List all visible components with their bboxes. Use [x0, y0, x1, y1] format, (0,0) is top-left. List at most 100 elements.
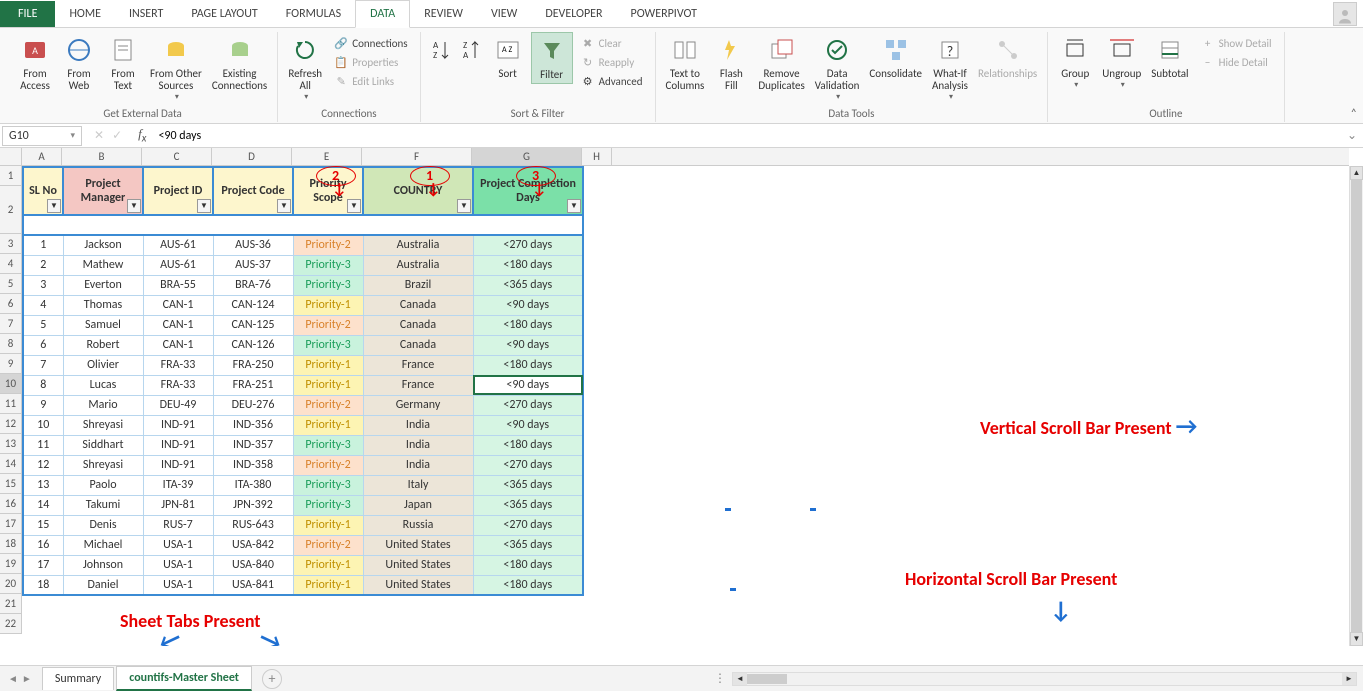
cell[interactable]: Samuel — [63, 315, 143, 335]
vertical-scrollbar[interactable]: ▲ ▼ — [1349, 166, 1363, 646]
horizontal-scrollbar[interactable]: ◄ ► — [732, 672, 1357, 686]
cell[interactable]: Jackson — [63, 235, 143, 255]
row-header-8[interactable]: 8 — [0, 334, 22, 354]
cell[interactable]: <365 days — [473, 475, 583, 495]
cell[interactable]: JPN-81 — [143, 495, 213, 515]
filter-arrow-icon[interactable]: ▼ — [127, 199, 141, 213]
sheet-tab-countifs[interactable]: countifs-Master Sheet — [116, 666, 252, 691]
filter-arrow-icon[interactable]: ▼ — [567, 199, 581, 213]
header-pm[interactable]: Project Manager▼ — [63, 167, 143, 215]
cell[interactable]: Mathew — [63, 255, 143, 275]
cell[interactable]: Canada — [363, 315, 473, 335]
tab-file[interactable]: FILE — [0, 1, 55, 27]
cell[interactable]: Priority-2 — [293, 455, 363, 475]
filter-button[interactable]: Filter — [531, 32, 573, 84]
consolidate-button[interactable]: Consolidate — [865, 32, 926, 82]
select-all-corner[interactable] — [0, 148, 22, 165]
cell[interactable]: Priority-1 — [293, 415, 363, 435]
cell[interactable]: 7 — [23, 355, 63, 375]
cell[interactable]: USA-840 — [213, 555, 293, 575]
header-pid[interactable]: Project ID▼ — [143, 167, 213, 215]
cell[interactable]: RUS-643 — [213, 515, 293, 535]
cell[interactable]: 15 — [23, 515, 63, 535]
column-header-A[interactable]: A — [22, 148, 62, 165]
cell[interactable]: Australia — [363, 255, 473, 275]
cell[interactable]: Siddhart — [63, 435, 143, 455]
column-header-H[interactable]: H — [582, 148, 612, 165]
cell[interactable]: Priority-2 — [293, 315, 363, 335]
row-header-4[interactable]: 4 — [0, 254, 22, 274]
show-detail-button[interactable]: +Show Detail — [1197, 34, 1276, 52]
cell[interactable]: Italy — [363, 475, 473, 495]
cell[interactable]: 1 — [23, 235, 63, 255]
row-header-11[interactable]: 11 — [0, 394, 22, 414]
cell[interactable]: Japan — [363, 495, 473, 515]
cell[interactable]: 12 — [23, 455, 63, 475]
cell[interactable]: Olivier — [63, 355, 143, 375]
hide-detail-button[interactable]: −Hide Detail — [1197, 53, 1276, 71]
cell[interactable]: AUS-36 — [213, 235, 293, 255]
row-header-21[interactable]: 21 — [0, 594, 22, 614]
cell[interactable]: IND-356 — [213, 415, 293, 435]
scroll-thumb[interactable] — [1351, 180, 1362, 632]
cell[interactable]: <90 days — [473, 295, 583, 315]
filter-arrow-icon[interactable]: ▼ — [47, 199, 61, 213]
cell[interactable]: BRA-55 — [143, 275, 213, 295]
sheet-tab-summary[interactable]: Summary — [42, 667, 114, 690]
flash-fill-button[interactable]: Flash Fill — [710, 32, 752, 94]
cell[interactable]: Priority-3 — [293, 335, 363, 355]
cell[interactable]: 3 — [23, 275, 63, 295]
cell[interactable]: Brazil — [363, 275, 473, 295]
cell[interactable]: Michael — [63, 535, 143, 555]
row-header-18[interactable]: 18 — [0, 534, 22, 554]
cell[interactable]: 17 — [23, 555, 63, 575]
cell[interactable]: IND-91 — [143, 435, 213, 455]
cell[interactable]: <365 days — [473, 535, 583, 555]
cell[interactable]: <90 days — [473, 335, 583, 355]
row-header-15[interactable]: 15 — [0, 474, 22, 494]
cell[interactable]: IND-91 — [143, 415, 213, 435]
cell[interactable]: <180 days — [473, 575, 583, 595]
collapse-ribbon-icon[interactable]: ˄ — [1351, 107, 1357, 121]
cell[interactable]: Canada — [363, 335, 473, 355]
tab-review[interactable]: REVIEW — [410, 1, 477, 27]
tab-formulas[interactable]: FORMULAS — [272, 1, 355, 27]
cell[interactable]: Priority-3 — [293, 275, 363, 295]
cell[interactable]: India — [363, 435, 473, 455]
cell[interactable]: <180 days — [473, 315, 583, 335]
row-header-22[interactable]: 22 — [0, 614, 22, 634]
cell[interactable]: Thomas — [63, 295, 143, 315]
cell[interactable]: Priority-1 — [293, 375, 363, 395]
cell[interactable]: <90 days — [473, 415, 583, 435]
column-header-F[interactable]: F — [362, 148, 472, 165]
row-header-10[interactable]: 10 — [0, 374, 22, 394]
row-header-2[interactable]: 2 — [0, 186, 22, 234]
cell[interactable]: CAN-1 — [143, 335, 213, 355]
filter-arrow-icon[interactable]: ▼ — [197, 199, 211, 213]
text-to-columns-button[interactable]: Text to Columns — [662, 32, 709, 94]
fx-icon[interactable]: fx — [132, 126, 152, 145]
sort-button[interactable]: A ZSort — [487, 32, 529, 82]
formula-input[interactable] — [152, 127, 1340, 145]
cell[interactable]: <90 days — [473, 375, 583, 395]
scroll-right-button[interactable]: ► — [1342, 673, 1356, 685]
relationships-button[interactable]: Relationships — [974, 32, 1041, 82]
cell[interactable]: Daniel — [63, 575, 143, 595]
row-header-20[interactable]: 20 — [0, 574, 22, 594]
cell[interactable]: AUS-61 — [143, 255, 213, 275]
cell[interactable]: Shreyasi — [63, 415, 143, 435]
header-sl[interactable]: SL No▼ — [23, 167, 63, 215]
tab-insert[interactable]: INSERT — [115, 1, 177, 27]
cell[interactable]: Everton — [63, 275, 143, 295]
row-header-9[interactable]: 9 — [0, 354, 22, 374]
cell[interactable]: France — [363, 375, 473, 395]
edit-links-button[interactable]: ✎Edit Links — [330, 72, 411, 90]
cell[interactable]: 8 — [23, 375, 63, 395]
cell[interactable]: USA-1 — [143, 535, 213, 555]
cell[interactable]: 18 — [23, 575, 63, 595]
properties-button[interactable]: 📋Properties — [330, 53, 411, 71]
data-validation-button[interactable]: Data Validation — [811, 32, 864, 104]
cell[interactable]: Priority-1 — [293, 575, 363, 595]
scroll-up-button[interactable]: ▲ — [1350, 166, 1363, 180]
cell[interactable]: Robert — [63, 335, 143, 355]
